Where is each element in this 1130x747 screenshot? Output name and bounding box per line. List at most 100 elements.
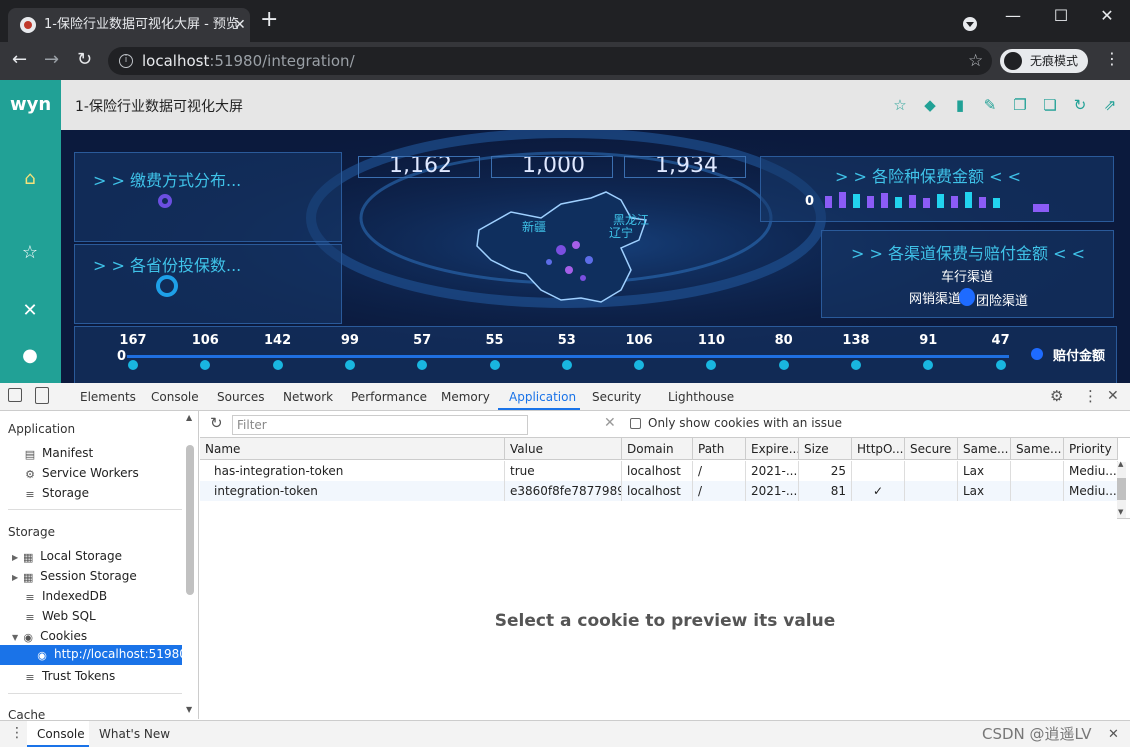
table-cell-secure — [905, 461, 958, 481]
sidebar-item-local-storage[interactable]: ▶ ▦ Local Storage — [12, 549, 122, 564]
data-label: 80 — [774, 333, 793, 348]
scroll-down-icon[interactable]: ▼ — [186, 705, 192, 714]
tab-security[interactable]: Security — [592, 390, 641, 404]
settings-gear-icon[interactable]: ⚙ — [1050, 387, 1063, 405]
delete-icon[interactable]: ▮ — [951, 96, 969, 114]
sidebar-item-cookie-origin[interactable]: ◉ http://localhost:51980 — [36, 647, 187, 662]
close-tab-icon[interactable]: ✕ — [234, 8, 246, 42]
column-header[interactable]: Same... — [958, 438, 1011, 460]
refresh-icon[interactable]: ↻ — [210, 414, 223, 432]
table-cell-priority: Mediu... — [1064, 481, 1118, 501]
scroll-thumb[interactable] — [1117, 478, 1126, 500]
back-icon[interactable]: ← — [12, 50, 27, 70]
refresh-icon[interactable]: ↻ — [1071, 96, 1089, 114]
favorites-icon[interactable]: ☆ — [18, 242, 42, 263]
column-header[interactable]: Size — [799, 438, 852, 460]
scroll-up-icon[interactable]: ▲ — [1118, 460, 1123, 468]
table-cell-domain: localhost — [622, 461, 693, 481]
column-header[interactable]: Expire... — [746, 438, 799, 460]
address-bar[interactable]: i localhost:51980/integration/ ☆ — [108, 47, 992, 75]
data-point — [200, 360, 211, 370]
only-issue-checkbox[interactable] — [630, 418, 641, 429]
column-header[interactable]: Name — [200, 438, 505, 460]
bookmark-star-icon[interactable]: ☆ — [968, 47, 983, 75]
more-options-icon[interactable]: ⋮ — [1083, 387, 1098, 405]
minimize-icon[interactable]: — — [998, 6, 1028, 25]
tab-search-icon[interactable] — [963, 17, 977, 31]
new-tab-icon[interactable]: + — [260, 8, 278, 32]
sidebar-item-service-workers[interactable]: ⚙ Service Workers — [24, 466, 139, 481]
drawer-tab-console[interactable]: Console — [37, 727, 85, 741]
drawer-menu-icon[interactable]: ⋮ — [10, 725, 24, 741]
edit-icon[interactable]: ✎ — [981, 96, 999, 114]
tab-elements[interactable]: Elements — [80, 390, 136, 404]
reload-icon[interactable]: ↻ — [77, 50, 92, 70]
column-header[interactable]: Priority — [1064, 438, 1118, 460]
sidebar-item-session-storage[interactable]: ▶ ▦ Session Storage — [12, 569, 137, 584]
tab-lighthouse[interactable]: Lighthouse — [668, 390, 734, 404]
favorite-star-icon[interactable]: ☆ — [891, 96, 909, 114]
data-label: 110 — [697, 333, 725, 348]
sidebar-item-trust-tokens[interactable]: ≡ Trust Tokens — [24, 669, 115, 684]
clear-all-icon[interactable]: ✕ — [604, 415, 616, 431]
tools-icon[interactable]: ✕ — [18, 300, 42, 321]
expand-arrow-icon[interactable]: ▶ — [12, 573, 18, 582]
user-icon[interactable]: ● — [18, 345, 42, 366]
copy-icon[interactable]: ❐ — [1011, 96, 1029, 114]
sidebar-scrollbar[interactable] — [186, 445, 194, 595]
column-header[interactable]: Value — [505, 438, 622, 460]
home-icon[interactable]: ⌂ — [18, 168, 42, 189]
duplicate-icon[interactable]: ❏ — [1041, 96, 1059, 114]
sidebar-item-cookies[interactable]: ▼ ◉ Cookies — [12, 629, 87, 644]
column-header[interactable]: Path — [693, 438, 746, 460]
column-header[interactable]: Domain — [622, 438, 693, 460]
tag-icon[interactable]: ◆ — [921, 96, 939, 114]
table-row[interactable]: integration-tokene3860f8fe7877989...loca… — [200, 481, 1118, 501]
forward-icon[interactable]: → — [44, 50, 59, 70]
column-header[interactable]: Secure — [905, 438, 958, 460]
close-window-icon[interactable]: ✕ — [1092, 6, 1122, 25]
close-devtools-icon[interactable]: ✕ — [1107, 388, 1119, 404]
sidebar-item-storage[interactable]: ≡ Storage — [24, 486, 89, 501]
table-cell-priority: Mediu... — [1064, 461, 1118, 481]
incognito-badge[interactable]: 无痕模式 — [1000, 49, 1088, 73]
table-cell-name: integration-token — [200, 481, 505, 501]
tab-network[interactable]: Network — [283, 390, 333, 404]
insurance-bars — [825, 192, 1000, 208]
column-header[interactable]: HttpO... — [852, 438, 905, 460]
table-row[interactable]: has-integration-token true localhost/2021-… — [200, 461, 1118, 481]
close-drawer-icon[interactable]: ✕ — [1108, 727, 1119, 742]
sidebar-item-web-sql[interactable]: ≡ Web SQL — [24, 609, 95, 624]
scroll-down-icon[interactable]: ▼ — [1118, 508, 1123, 516]
map-label: 新疆 — [522, 220, 547, 234]
device-toolbar-icon[interactable] — [35, 387, 49, 404]
sidebar-item-label: Storage — [42, 486, 89, 500]
sidebar-item-indexeddb[interactable]: ≡ IndexedDB — [24, 589, 107, 604]
scroll-up-icon[interactable]: ▲ — [186, 413, 192, 422]
tab-sources[interactable]: Sources — [217, 390, 264, 404]
browser-toolbar: ← → ↻ i localhost:51980/integration/ ☆ 无… — [0, 42, 1130, 80]
table-scrollbar[interactable]: ▲ ▼ — [1117, 460, 1126, 518]
app-side-nav: wyn ⌂ ☆ ✕ ● — [0, 80, 61, 383]
data-point — [417, 360, 428, 370]
dashboard-canvas: > > 缴费方式分布... > > 各省份投保数... 1,162 1,000 … — [61, 130, 1130, 383]
expand-arrow-icon[interactable]: ▶ — [12, 553, 18, 562]
tab-application[interactable]: Application — [509, 390, 576, 404]
open-external-icon[interactable]: ⇗ — [1101, 96, 1119, 114]
filter-input[interactable]: Filter — [232, 415, 528, 435]
column-header[interactable]: Same... — [1011, 438, 1064, 460]
tab-performance[interactable]: Performance — [351, 390, 427, 404]
inspect-element-icon[interactable] — [8, 388, 22, 402]
site-info-icon[interactable]: i — [119, 54, 133, 68]
divider — [8, 509, 182, 510]
collapse-arrow-icon[interactable]: ▼ — [12, 633, 18, 642]
maximize-icon[interactable]: ☐ — [1046, 6, 1076, 25]
data-point — [706, 360, 717, 370]
sidebar-item-manifest[interactable]: ▤ Manifest — [24, 446, 93, 461]
divider — [8, 693, 182, 694]
drawer-tab-whats-new[interactable]: What's New — [99, 727, 170, 741]
browser-menu-icon[interactable]: ⋮ — [1104, 51, 1120, 67]
tab-console[interactable]: Console — [151, 390, 199, 404]
browser-tab[interactable]: 1-保险行业数据可视化大屏 - 预览 ✕ — [8, 8, 250, 42]
tab-memory[interactable]: Memory — [441, 390, 490, 404]
